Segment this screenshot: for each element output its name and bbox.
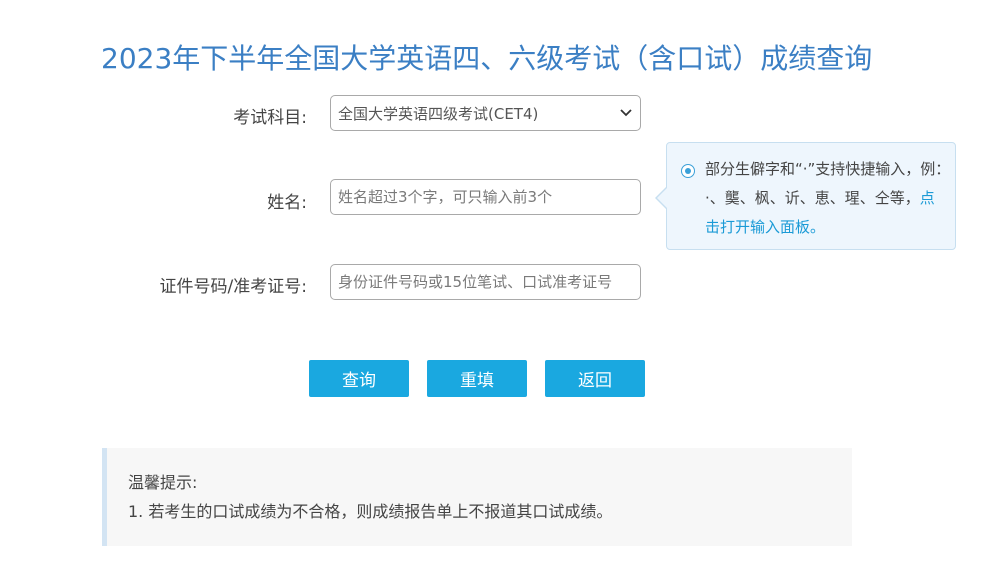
notice-box: 温馨提示: 1. 若考生的口试成绩为不合格，则成绩报告单上不报道其口试成绩。 xyxy=(102,448,852,546)
page-title: 2023年下半年全国大学英语四、六级考试（含口试）成绩查询 xyxy=(101,41,873,75)
id-label: 证件号码/准考证号: xyxy=(159,277,307,297)
id-field-wrapper xyxy=(330,264,641,300)
tip-text: 部分生僻字和“·”支持快捷输入，例：·、龑、枫、䜣、恵、瑆、仝等，点击打开输入面… xyxy=(705,155,943,242)
name-label: 姓名: xyxy=(267,193,307,213)
query-button[interactable]: 查询 xyxy=(309,360,409,397)
radio-dot-icon xyxy=(681,164,695,178)
tip-message: 部分生僻字和“·”支持快捷输入，例：·、龑、枫、䜣、恵、瑆、仝等， xyxy=(705,160,943,207)
notice-item: 1. 若考生的口试成绩为不合格，则成绩报告单上不报道其口试成绩。 xyxy=(128,502,613,521)
subject-select[interactable]: 全国大学英语四级考试(CET4) xyxy=(330,95,641,131)
input-tip-box: 部分生僻字和“·”支持快捷输入，例：·、龑、枫、䜣、恵、瑆、仝等，点击打开输入面… xyxy=(655,142,956,250)
subject-label: 考试科目: xyxy=(233,108,307,128)
score-query-page: 2023年下半年全国大学英语四、六级考试（含口试）成绩查询 考试科目: 全国大学… xyxy=(0,0,988,569)
chevron-down-icon xyxy=(612,96,640,130)
reset-button[interactable]: 重填 xyxy=(427,360,527,397)
name-field-wrapper xyxy=(330,179,641,215)
tip-arrow-fill xyxy=(657,187,668,209)
notice-heading: 温馨提示: xyxy=(128,473,198,492)
name-input[interactable] xyxy=(338,188,640,206)
subject-select-value: 全国大学英语四级考试(CET4) xyxy=(338,104,539,123)
id-number-input[interactable] xyxy=(338,273,640,291)
back-button[interactable]: 返回 xyxy=(545,360,645,397)
